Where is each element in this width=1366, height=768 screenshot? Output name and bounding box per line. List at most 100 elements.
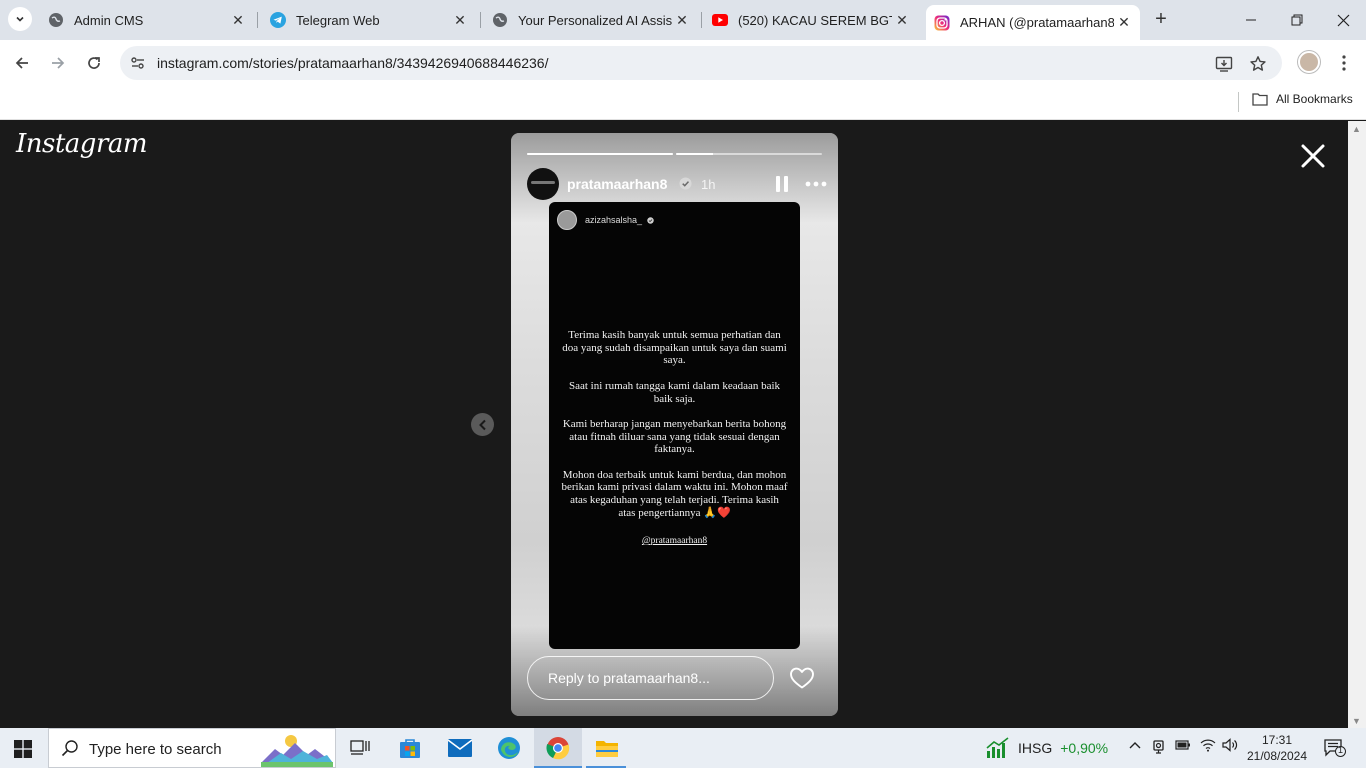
tab-telegram[interactable]: Telegram Web ✕ [262, 6, 476, 34]
shared-post-text: Terima kasih banyak untuk semua perhatia… [561, 329, 788, 532]
wifi-icon[interactable] [1200, 738, 1216, 755]
arrow-right-icon [52, 57, 65, 69]
close-tab-icon[interactable]: ✕ [892, 12, 912, 29]
more-options-button[interactable] [805, 174, 827, 194]
story-time: 1h [701, 177, 716, 192]
reply-input[interactable]: Reply to pratamaarhan8... [527, 656, 774, 700]
file-explorer-icon[interactable] [595, 736, 619, 760]
reload-icon [88, 57, 100, 69]
clock-date: 21/08/2024 [1246, 749, 1308, 763]
stock-widget[interactable]: IHSG +0,90% [986, 737, 1108, 759]
search-icon [61, 740, 78, 757]
tab-admin-cms[interactable]: Admin CMS ✕ [40, 6, 254, 34]
close-tab-icon[interactable]: ✕ [228, 12, 248, 29]
chrome-icon[interactable] [546, 736, 570, 760]
mail-icon[interactable] [448, 736, 472, 760]
more-horizontal-icon [805, 181, 827, 187]
chevron-down-icon [16, 16, 24, 22]
profile-avatar[interactable] [1298, 51, 1320, 73]
tab-youtube[interactable]: (520) KACAU SEREM BGT! 6 LAGU ✕ [704, 6, 918, 34]
install-app-icon[interactable] [1214, 54, 1234, 74]
site-settings-icon[interactable] [130, 55, 146, 71]
progress-fill [527, 153, 673, 155]
tab-ai-assistant[interactable]: Your Personalized AI Assistant ✕ [484, 6, 698, 34]
tab-strip: Admin CMS ✕ Telegram Web ✕ Your Personal… [0, 0, 1366, 40]
new-tab-button[interactable]: + [1150, 8, 1172, 30]
close-window-button[interactable] [1320, 0, 1366, 40]
windows-taskbar: Type here to search IHSG +0,90% 17:31 21… [0, 728, 1366, 768]
url-text: instagram.com/stories/pratamaarhan8/3439… [157, 55, 549, 71]
scroll-down-icon[interactable]: ▼ [1352, 716, 1361, 726]
post-paragraph: Terima kasih banyak untuk semua perhatia… [562, 329, 787, 367]
address-bar[interactable]: instagram.com/stories/pratamaarhan8/3439… [120, 46, 1282, 80]
folder-icon [1252, 93, 1268, 106]
chevron-left-icon [478, 419, 486, 430]
system-clock[interactable]: 17:31 21/08/2024 [1240, 732, 1314, 764]
progress-segment [527, 153, 673, 155]
story-card[interactable]: pratamaarhan8 1h azizahsalsha_ Terima ka… [511, 133, 838, 716]
volume-icon[interactable] [1222, 738, 1238, 755]
reload-button[interactable] [82, 51, 106, 75]
forward-button[interactable] [46, 51, 70, 75]
tab-divider [480, 12, 481, 28]
telegram-icon [270, 12, 286, 28]
tab-search-button[interactable] [8, 7, 32, 31]
notification-count: 1 [1338, 745, 1344, 755]
heart-icon[interactable] [789, 666, 815, 690]
instagram-logo[interactable]: Instagram [16, 129, 148, 159]
verified-badge-icon [647, 216, 654, 224]
progress-fill [676, 153, 713, 155]
shared-post[interactable]: azizahsalsha_ Terima kasih banyak untuk … [549, 202, 800, 649]
more-vertical-icon [1342, 55, 1346, 71]
close-tab-icon[interactable]: ✕ [1114, 14, 1134, 31]
post-paragraph: Kami berharap jangan menyebarkan berita … [562, 417, 787, 456]
browser-menu-button[interactable] [1334, 51, 1354, 75]
all-bookmarks-button[interactable]: All Bookmarks [1252, 92, 1353, 106]
tab-title: Your Personalized AI Assistant [518, 12, 672, 28]
notification-center-button[interactable]: 1 [1324, 739, 1346, 757]
search-placeholder: Type here to search [89, 741, 222, 758]
post-paragraph: Saat ini rumah tangga kami dalam keadaan… [568, 379, 781, 405]
shared-post-username: azizahsalsha_ [585, 215, 643, 225]
taskbar-search[interactable]: Type here to search [48, 728, 336, 768]
bookmark-star-icon[interactable] [1248, 54, 1268, 74]
tab-title: Admin CMS [74, 12, 144, 28]
browser-toolbar: instagram.com/stories/pratamaarhan8/3439… [0, 40, 1366, 86]
shared-post-author[interactable]: azizahsalsha_ [557, 210, 654, 230]
stock-change: +0,90% [1060, 740, 1109, 756]
story-header: pratamaarhan8 1h [527, 168, 827, 200]
globe-icon [48, 12, 64, 28]
story-avatar[interactable] [527, 168, 559, 200]
minimize-button[interactable] [1228, 0, 1274, 40]
back-button[interactable] [10, 51, 34, 75]
post-paragraph: Mohon doa terbaik untuk kami berdua, dan… [561, 468, 788, 519]
all-bookmarks-label: All Bookmarks [1276, 92, 1353, 106]
close-tab-icon[interactable]: ✕ [672, 12, 692, 29]
tab-title: (520) KACAU SEREM BGT! 6 LAGU [738, 12, 892, 28]
meet-now-icon[interactable] [1152, 738, 1166, 757]
youtube-icon [712, 12, 728, 28]
battery-icon[interactable] [1175, 738, 1191, 755]
scroll-up-icon[interactable]: ▲ [1352, 124, 1361, 134]
reply-placeholder: Reply to pratamaarhan8... [548, 670, 710, 686]
windows-start-icon[interactable] [14, 740, 32, 758]
microsoft-store-icon[interactable] [398, 736, 422, 760]
story-username[interactable]: pratamaarhan8 [567, 176, 667, 192]
close-icon [1337, 14, 1349, 26]
tab-instagram[interactable]: ARHAN (@pratamaarhan8) • Instagram ✕ [926, 5, 1140, 40]
pause-icon[interactable] [773, 175, 791, 193]
stock-name: IHSG [1018, 740, 1053, 756]
previous-story-button[interactable] [471, 413, 494, 436]
minimize-icon [1246, 19, 1256, 21]
page-scrollbar[interactable]: ▲ ▼ [1348, 121, 1366, 728]
task-view-icon[interactable] [348, 736, 372, 760]
close-icon[interactable] [1298, 141, 1328, 171]
close-tab-icon[interactable]: ✕ [450, 12, 470, 29]
progress-segment [676, 153, 822, 155]
post-mention[interactable]: @pratamaarhan8 [549, 536, 800, 546]
show-hidden-icons-icon[interactable] [1128, 738, 1142, 753]
tab-divider [701, 12, 702, 28]
stock-chart-icon [986, 737, 1009, 758]
edge-browser-icon[interactable] [497, 736, 521, 760]
restore-button[interactable] [1274, 0, 1320, 40]
